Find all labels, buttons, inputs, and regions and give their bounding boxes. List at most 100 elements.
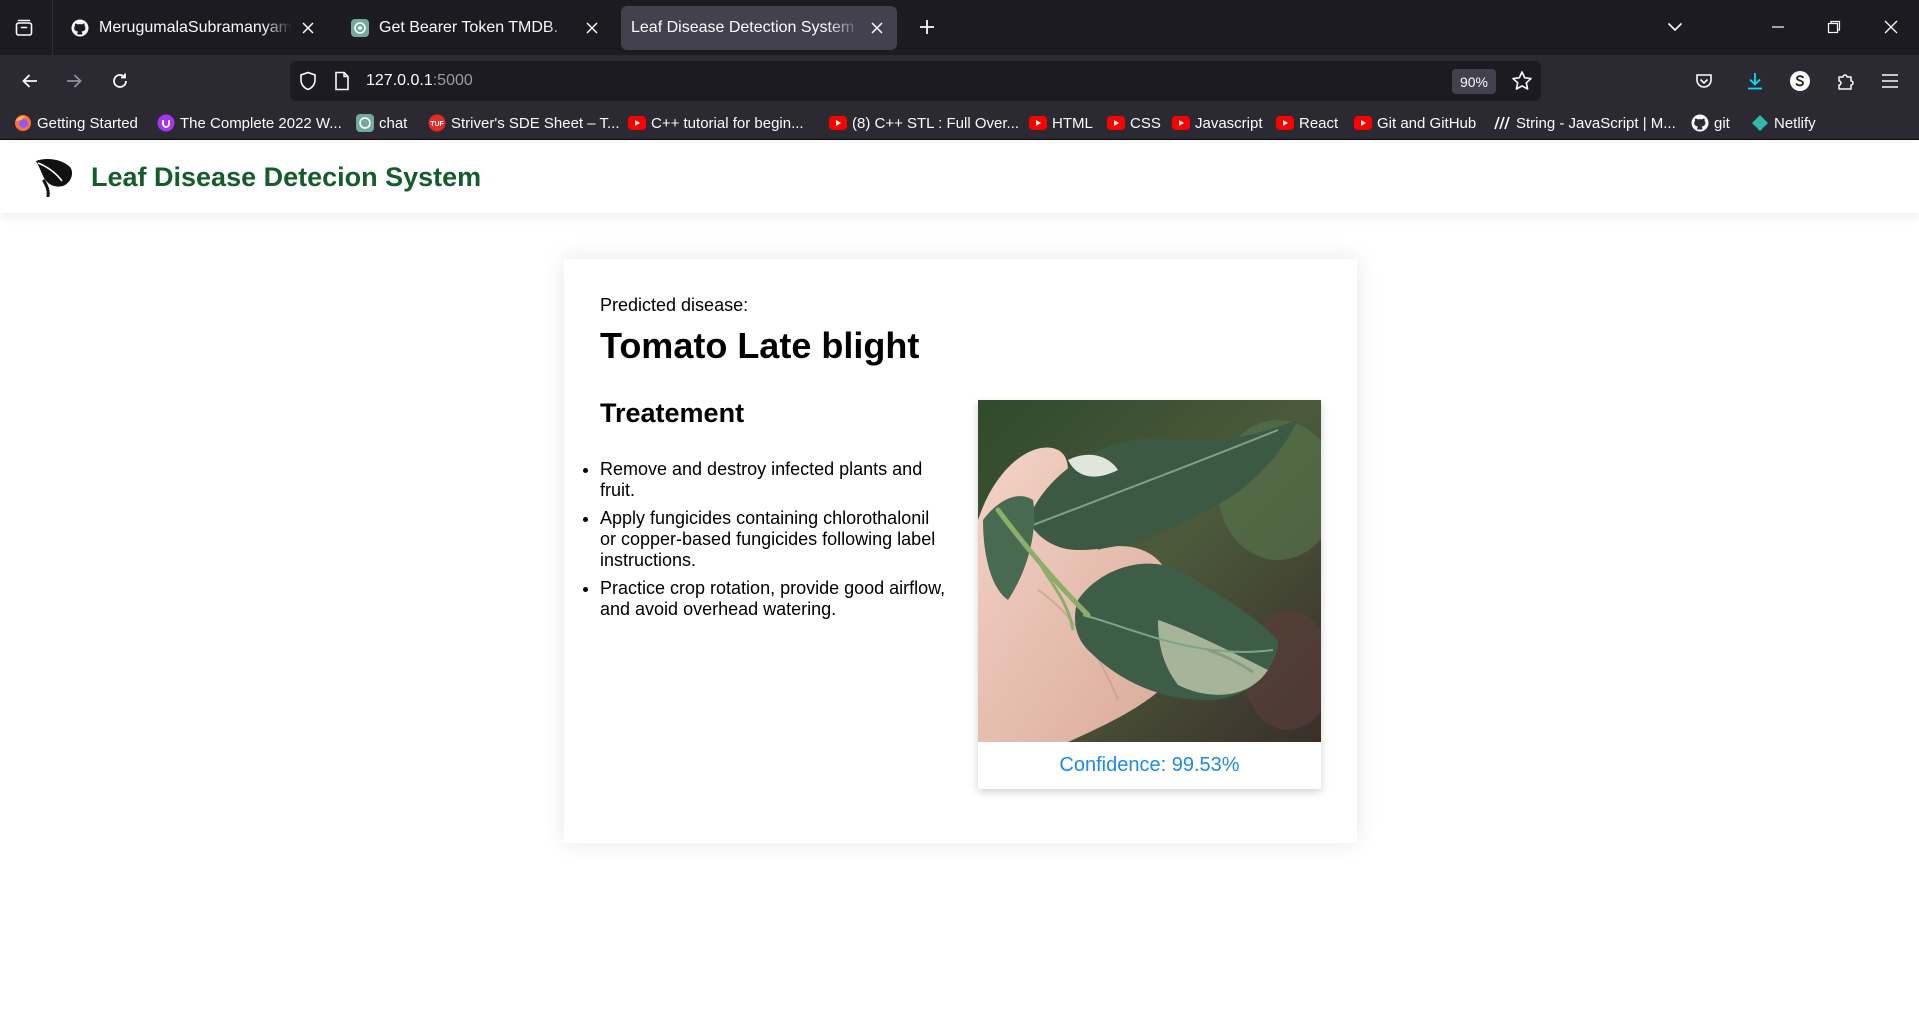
bookmark-item[interactable]: The Complete 2022 W... (157, 112, 342, 134)
mdn-icon (1493, 114, 1511, 132)
puzzle-icon (1838, 74, 1854, 90)
avatar-s-icon (1790, 71, 1810, 91)
restore-icon (1827, 20, 1841, 34)
close-window-button[interactable] (1871, 8, 1911, 46)
bookmark-item[interactable]: HTML (1029, 112, 1093, 134)
confidence-score: Confidence: 99.53% (1059, 754, 1240, 776)
svg-text:TUF: TUF (430, 121, 444, 128)
youtube-icon (1354, 114, 1372, 132)
shield-icon[interactable] (298, 71, 318, 91)
list-all-tabs-button[interactable] (6, 11, 42, 45)
treatment-item: Apply fungicides containing chlorothalon… (600, 508, 950, 571)
youtube-icon (829, 114, 847, 132)
bookmark-item[interactable]: Netlify (1751, 112, 1816, 134)
netlify-icon (1751, 114, 1769, 132)
tab-leaf-disease[interactable]: Leaf Disease Detection System (621, 6, 897, 50)
tab-bar: MerugumalaSubramanyam (sub Get Bearer To… (0, 0, 1919, 55)
address-bar[interactable]: 127.0.0.1:5000 90% (290, 61, 1541, 101)
navigation-toolbar: 127.0.0.1:5000 90% (0, 55, 1919, 106)
udemy-icon (157, 114, 175, 132)
predicted-disease-name: Tomato Late blight (600, 325, 920, 366)
chatgpt-icon (350, 18, 370, 38)
bookmark-item[interactable]: Getting Started (14, 112, 138, 134)
site-title: Leaf Disease Detecion System (91, 162, 482, 192)
pocket-icon (1696, 74, 1712, 88)
bookmark-item[interactable]: Git and GitHub (1354, 112, 1476, 134)
chevron-down-icon (1667, 22, 1683, 32)
close-tab-icon[interactable] (582, 18, 602, 38)
tab-separator (52, 0, 53, 55)
page-icon[interactable] (332, 71, 352, 91)
hamburger-menu-icon (1882, 74, 1898, 88)
arrow-right-icon (67, 74, 82, 88)
bookmark-item[interactable]: (8) C++ STL : Full Over... (829, 112, 1019, 134)
tab-list-icon (15, 19, 33, 36)
account-button[interactable] (1782, 63, 1818, 99)
github-icon (70, 18, 90, 38)
bookmark-label: Netlify (1774, 114, 1816, 132)
minimize-icon (1772, 26, 1784, 28)
bookmark-item[interactable]: chat (356, 112, 407, 134)
bookmark-item[interactable]: Javascript (1172, 112, 1263, 134)
youtube-icon (1172, 114, 1190, 132)
close-tab-icon[interactable] (867, 18, 887, 38)
bookmark-label: git (1714, 114, 1730, 132)
bookmark-label: Git and GitHub (1377, 114, 1477, 132)
bookmark-item[interactable]: TUF Striver's SDE Sheet – T... (428, 112, 620, 134)
back-button[interactable] (12, 63, 48, 99)
tab-title: MerugumalaSubramanyam (sub (99, 19, 292, 36)
bookmark-label: React (1299, 114, 1339, 132)
bookmark-item[interactable]: CSS (1107, 112, 1161, 134)
site-header: Leaf Disease Detecion System (0, 141, 1919, 213)
youtube-icon (628, 114, 646, 132)
close-icon (1884, 20, 1898, 34)
zoom-level-badge[interactable]: 90% (1452, 69, 1496, 94)
result-card: Predicted disease: Tomato Late blight Tr… (564, 259, 1357, 843)
new-tab-button[interactable] (910, 10, 944, 44)
minimize-button[interactable] (1758, 8, 1798, 46)
download-icon (1748, 73, 1762, 90)
bookmark-item[interactable]: C++ tutorial for begin... (628, 112, 804, 134)
downloads-button[interactable] (1737, 63, 1773, 99)
forward-button[interactable] (56, 63, 92, 99)
reload-icon (113, 73, 127, 88)
chatgpt-icon (356, 114, 374, 132)
tab-tmdb[interactable]: Get Bearer Token TMDB. (340, 6, 612, 50)
bookmark-label: String - JavaScript | M... (1516, 114, 1676, 132)
pocket-button[interactable] (1686, 63, 1722, 99)
bookmark-label: Getting Started (37, 114, 138, 132)
star-icon (1512, 71, 1532, 90)
close-tab-icon[interactable] (298, 18, 318, 38)
plus-icon (920, 20, 934, 34)
bookmark-star-button[interactable] (1510, 69, 1534, 93)
bookmark-label: (8) C++ STL : Full Over... (852, 114, 1019, 132)
treatment-item: Practice crop rotation, provide good air… (600, 578, 950, 620)
page-viewport: Leaf Disease Detecion System Predicted d… (0, 141, 1919, 1010)
reload-button[interactable] (102, 63, 138, 99)
bookmark-label: The Complete 2022 W... (180, 114, 342, 132)
app-menu-button[interactable] (1872, 63, 1908, 99)
predicted-disease-label: Predicted disease: (600, 295, 749, 315)
treatment-list: Remove and destroy infected plants and f… (600, 459, 950, 627)
youtube-icon (1276, 114, 1294, 132)
firefox-icon (14, 114, 32, 132)
bookmark-item[interactable]: String - JavaScript | M... (1493, 112, 1676, 134)
youtube-icon (1107, 114, 1125, 132)
bookmark-label: chat (379, 114, 408, 132)
extensions-button[interactable] (1828, 63, 1864, 99)
restore-button[interactable] (1814, 8, 1854, 46)
bookmark-item[interactable]: React (1276, 112, 1338, 134)
tuf-icon: TUF (428, 114, 446, 132)
youtube-icon (1029, 114, 1047, 132)
leaf-icon (36, 159, 73, 197)
treatment-heading: Treatement (600, 398, 745, 428)
leaf-photo (978, 400, 1321, 742)
url-host: 127.0.0.1 (366, 72, 433, 89)
url-text[interactable]: 127.0.0.1:5000 (366, 72, 473, 90)
url-port: :5000 (432, 72, 473, 89)
bookmark-item[interactable]: git (1691, 112, 1730, 134)
tab-title: Get Bearer Token TMDB. (379, 19, 559, 36)
uploaded-image-card: Confidence: 99.53% (978, 400, 1321, 789)
tab-overflow-button[interactable] (1655, 8, 1695, 46)
tab-github[interactable]: MerugumalaSubramanyam (sub (60, 6, 328, 50)
